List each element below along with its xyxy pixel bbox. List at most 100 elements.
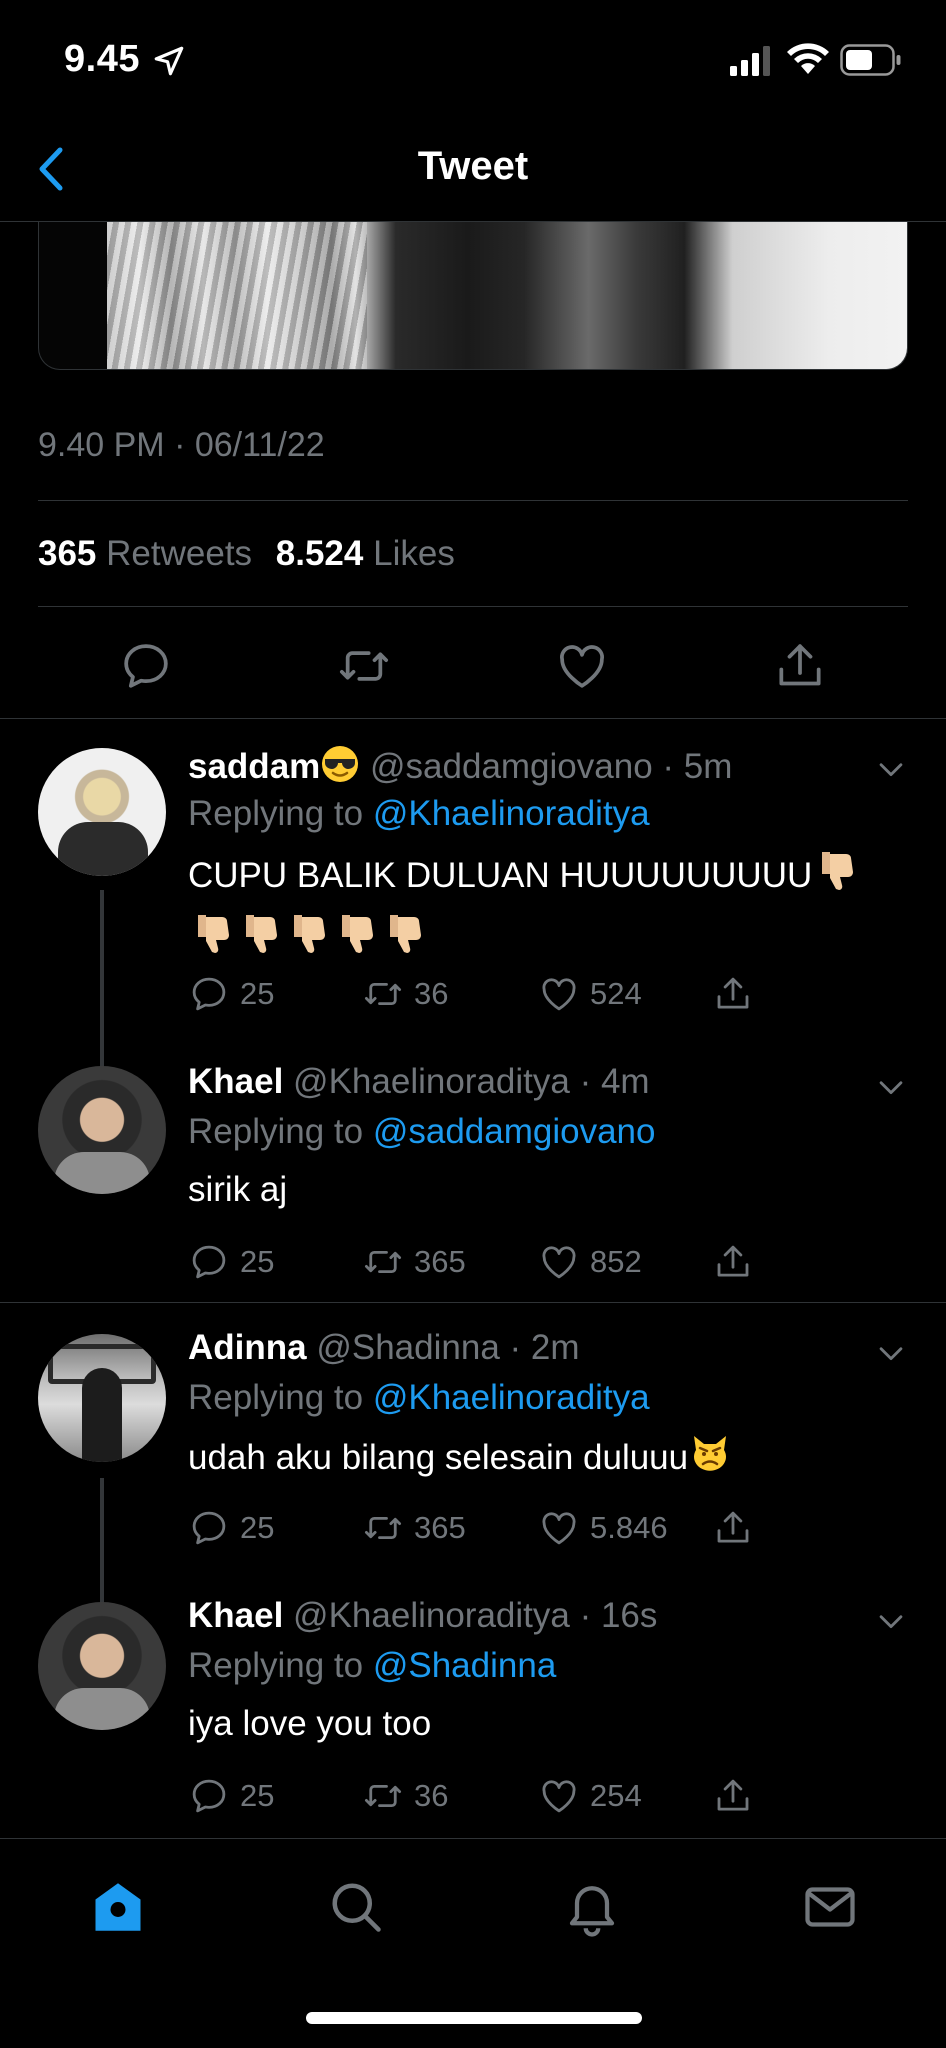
divider (0, 718, 946, 719)
messages-envelope-icon[interactable] (800, 1877, 860, 1937)
retweet-icon (364, 1784, 402, 1808)
location-arrow-icon (154, 46, 184, 76)
chevron-down-icon[interactable] (874, 752, 908, 786)
share-button[interactable] (712, 972, 754, 1016)
share-icon (717, 1779, 749, 1811)
avatar[interactable] (38, 1334, 166, 1462)
like-button[interactable]: 5.846 (538, 1506, 668, 1550)
like-heart-icon (542, 978, 576, 1011)
share-icon[interactable] (772, 638, 828, 694)
like-heart-icon[interactable] (554, 638, 610, 694)
status-time: 9.45 (64, 38, 140, 80)
share-button[interactable] (712, 1240, 754, 1284)
handle[interactable]: @Khaelinoraditya (293, 1596, 570, 1635)
retweet-button[interactable]: 36 (362, 972, 448, 1016)
home-icon[interactable] (88, 1877, 148, 1937)
retweet-button[interactable]: 365 (362, 1506, 466, 1550)
retweet-icon (364, 1250, 402, 1274)
reply-actions: 25 365 5.846 (188, 1506, 908, 1550)
page-title: Tweet (417, 144, 529, 188)
tweet-action-bar (0, 628, 946, 718)
retweet-icon (364, 1516, 402, 1540)
retweet-count: 365 (414, 1510, 466, 1545)
display-name[interactable]: Khael (188, 1062, 283, 1101)
reply-icon (192, 977, 226, 1011)
reply-button[interactable]: 25 (188, 1774, 274, 1818)
retweets-label[interactable]: Retweets (106, 534, 252, 573)
likes-count[interactable]: 8.524 (276, 534, 364, 573)
reply-time: 2m (530, 1328, 580, 1367)
handle[interactable]: @saddamgiovano (370, 747, 653, 786)
thumbs-down-emoji (236, 909, 284, 972)
retweet-button[interactable]: 365 (362, 1240, 466, 1284)
mention-link[interactable]: @saddamgiovano (373, 1112, 656, 1151)
chevron-down-icon[interactable] (874, 1070, 908, 1104)
reply-actions: 25 36 254 (188, 1774, 908, 1818)
chevron-down-icon[interactable] (874, 1336, 908, 1370)
notifications-bell-icon[interactable] (562, 1877, 622, 1937)
mention-link[interactable]: @Khaelinoraditya (373, 794, 650, 833)
reply-button[interactable]: 25 (188, 972, 274, 1016)
tweet-timestamp: 9.40 PM · 06/11/22 (38, 426, 325, 464)
mention-link[interactable]: @Khaelinoraditya (373, 1378, 650, 1417)
thread-line (100, 890, 104, 1074)
home-indicator (306, 2012, 642, 2024)
display-name[interactable]: Khael (188, 1596, 283, 1635)
reply-header: Adinna @Shadinna · 2m (188, 1328, 580, 1367)
reply-time: 16s (600, 1596, 658, 1635)
reply-text: udah aku bilang selesain duluuu (188, 1430, 908, 1489)
like-count: 852 (590, 1244, 642, 1279)
retweet-button[interactable]: 36 (362, 1774, 448, 1818)
reply-time: 4m (600, 1062, 650, 1101)
like-button[interactable]: 524 (538, 972, 642, 1016)
tweet-stats: 365 Retweets 8.524 Likes (38, 534, 469, 574)
retweet-count: 36 (414, 1778, 449, 1813)
reply-button[interactable]: 25 (188, 1506, 274, 1550)
share-button[interactable] (712, 1506, 754, 1550)
retweet-icon[interactable] (336, 638, 392, 694)
divider (38, 606, 908, 607)
retweet-count: 365 (414, 1244, 466, 1279)
like-count: 524 (590, 976, 642, 1011)
share-button[interactable] (712, 1774, 754, 1818)
share-icon (717, 977, 749, 1009)
avatar[interactable] (38, 1602, 166, 1730)
reply-text: iya love you too (188, 1704, 432, 1743)
thumbs-down-emoji (188, 909, 236, 972)
reply-button[interactable]: 25 (188, 1240, 274, 1284)
handle[interactable]: @Shadinna (316, 1328, 499, 1367)
retweets-count[interactable]: 365 (38, 534, 96, 573)
like-button[interactable]: 254 (538, 1774, 642, 1818)
like-button[interactable]: 852 (538, 1240, 642, 1284)
chevron-down-icon[interactable] (874, 1604, 908, 1638)
reply-icon[interactable] (118, 638, 174, 694)
reply-header: Khael @Khaelinoraditya · 4m (188, 1062, 650, 1101)
angry-cat-emoji (688, 1430, 732, 1489)
share-icon (717, 1245, 749, 1277)
likes-label[interactable]: Likes (373, 534, 455, 573)
reply-count: 25 (240, 1244, 275, 1279)
battery-icon (840, 44, 901, 76)
tweet-media-image[interactable] (38, 222, 908, 370)
reply-count: 25 (240, 976, 275, 1011)
reply-icon (192, 1245, 226, 1279)
thumbs-down-emoji (332, 909, 380, 972)
photo-detail (107, 222, 367, 369)
handle[interactable]: @Khaelinoraditya (293, 1062, 570, 1101)
reply-header: Khael @Khaelinoraditya · 16s (188, 1596, 658, 1635)
replying-to: Replying to @Khaelinoraditya (188, 794, 650, 833)
thumbs-down-emoji (380, 909, 428, 972)
cellular-signal-icon (730, 46, 770, 76)
avatar[interactable] (38, 748, 166, 876)
reply-count: 25 (240, 1510, 275, 1545)
replying-to: Replying to @saddamgiovano (188, 1112, 656, 1151)
avatar[interactable] (38, 1066, 166, 1194)
mention-link[interactable]: @Shadinna (373, 1646, 556, 1685)
reply-header: saddam @saddamgiovano · 5m (188, 744, 732, 793)
display-name[interactable]: Adinna (188, 1328, 307, 1367)
search-icon[interactable] (326, 1877, 386, 1937)
display-name[interactable]: saddam (188, 747, 320, 786)
avatar-body (54, 1688, 150, 1730)
replying-to: Replying to @Khaelinoraditya (188, 1378, 650, 1417)
like-count: 254 (590, 1778, 642, 1813)
